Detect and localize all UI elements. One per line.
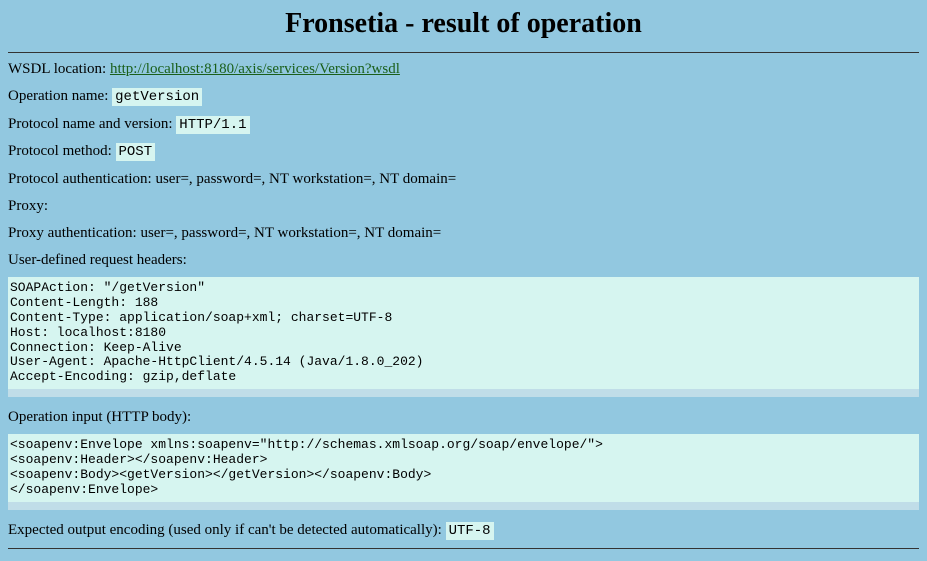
wsdl-location-link[interactable]: http://localhost:8180/axis/services/Vers…	[110, 61, 400, 77]
expected-encoding-label: Expected output encoding (used only if c…	[8, 522, 446, 538]
expected-encoding-value: UTF-8	[446, 522, 494, 540]
block-divider	[8, 502, 919, 510]
proxy-row: Proxy:	[8, 196, 919, 217]
protocol-version-row: Protocol name and version: HTTP/1.1	[8, 114, 919, 136]
wsdl-location-row: WSDL location: http://localhost:8180/axi…	[8, 59, 919, 80]
proxy-auth-label: Proxy authentication: user=, password=, …	[8, 225, 441, 241]
proxy-label: Proxy:	[8, 198, 48, 214]
user-headers-label: User-defined request headers:	[8, 252, 187, 268]
divider	[8, 52, 919, 53]
protocol-auth-label: Protocol authentication: user=, password…	[8, 171, 456, 187]
proxy-auth-row: Proxy authentication: user=, password=, …	[8, 223, 919, 244]
expected-encoding-row: Expected output encoding (used only if c…	[8, 520, 919, 542]
user-headers-label-row: User-defined request headers:	[8, 250, 919, 271]
protocol-version-value: HTTP/1.1	[176, 116, 249, 134]
protocol-auth-row: Protocol authentication: user=, password…	[8, 169, 919, 190]
protocol-version-label: Protocol name and version:	[8, 116, 176, 132]
protocol-method-label: Protocol method:	[8, 143, 116, 159]
divider	[8, 548, 919, 549]
operation-name-row: Operation name: getVersion	[8, 86, 919, 108]
request-headers-block: SOAPAction: "/getVersion" Content-Length…	[8, 277, 919, 390]
protocol-method-value: POST	[116, 143, 156, 161]
operation-input-label: Operation input (HTTP body):	[8, 409, 191, 425]
page-title: Fronsetia - result of operation	[8, 8, 919, 40]
wsdl-location-label: WSDL location:	[8, 61, 110, 77]
operation-name-value: getVersion	[112, 88, 202, 106]
block-divider	[8, 389, 919, 397]
http-body-block: <soapenv:Envelope xmlns:soapenv="http://…	[8, 434, 919, 502]
operation-name-label: Operation name:	[8, 88, 112, 104]
protocol-method-row: Protocol method: POST	[8, 141, 919, 163]
operation-input-label-row: Operation input (HTTP body):	[8, 407, 919, 428]
